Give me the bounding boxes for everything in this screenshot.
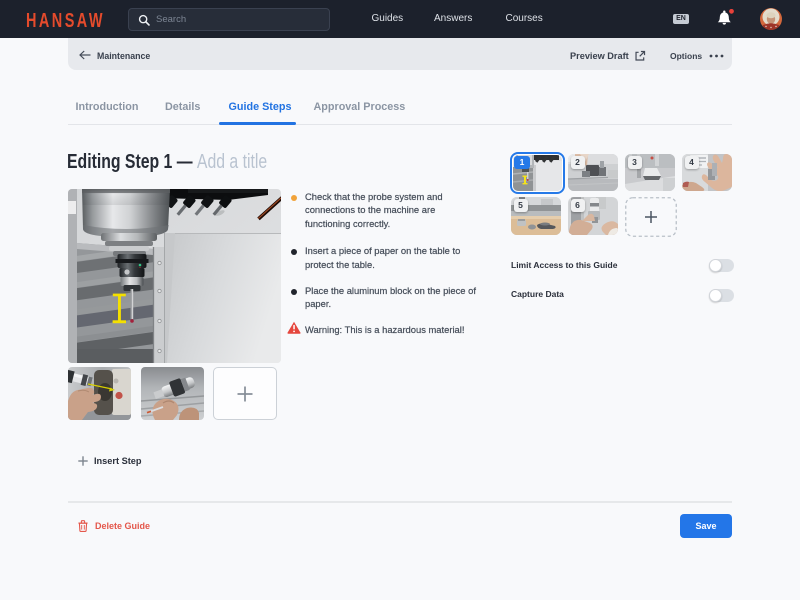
svg-text:HANSAW: HANSAW [26,9,105,31]
